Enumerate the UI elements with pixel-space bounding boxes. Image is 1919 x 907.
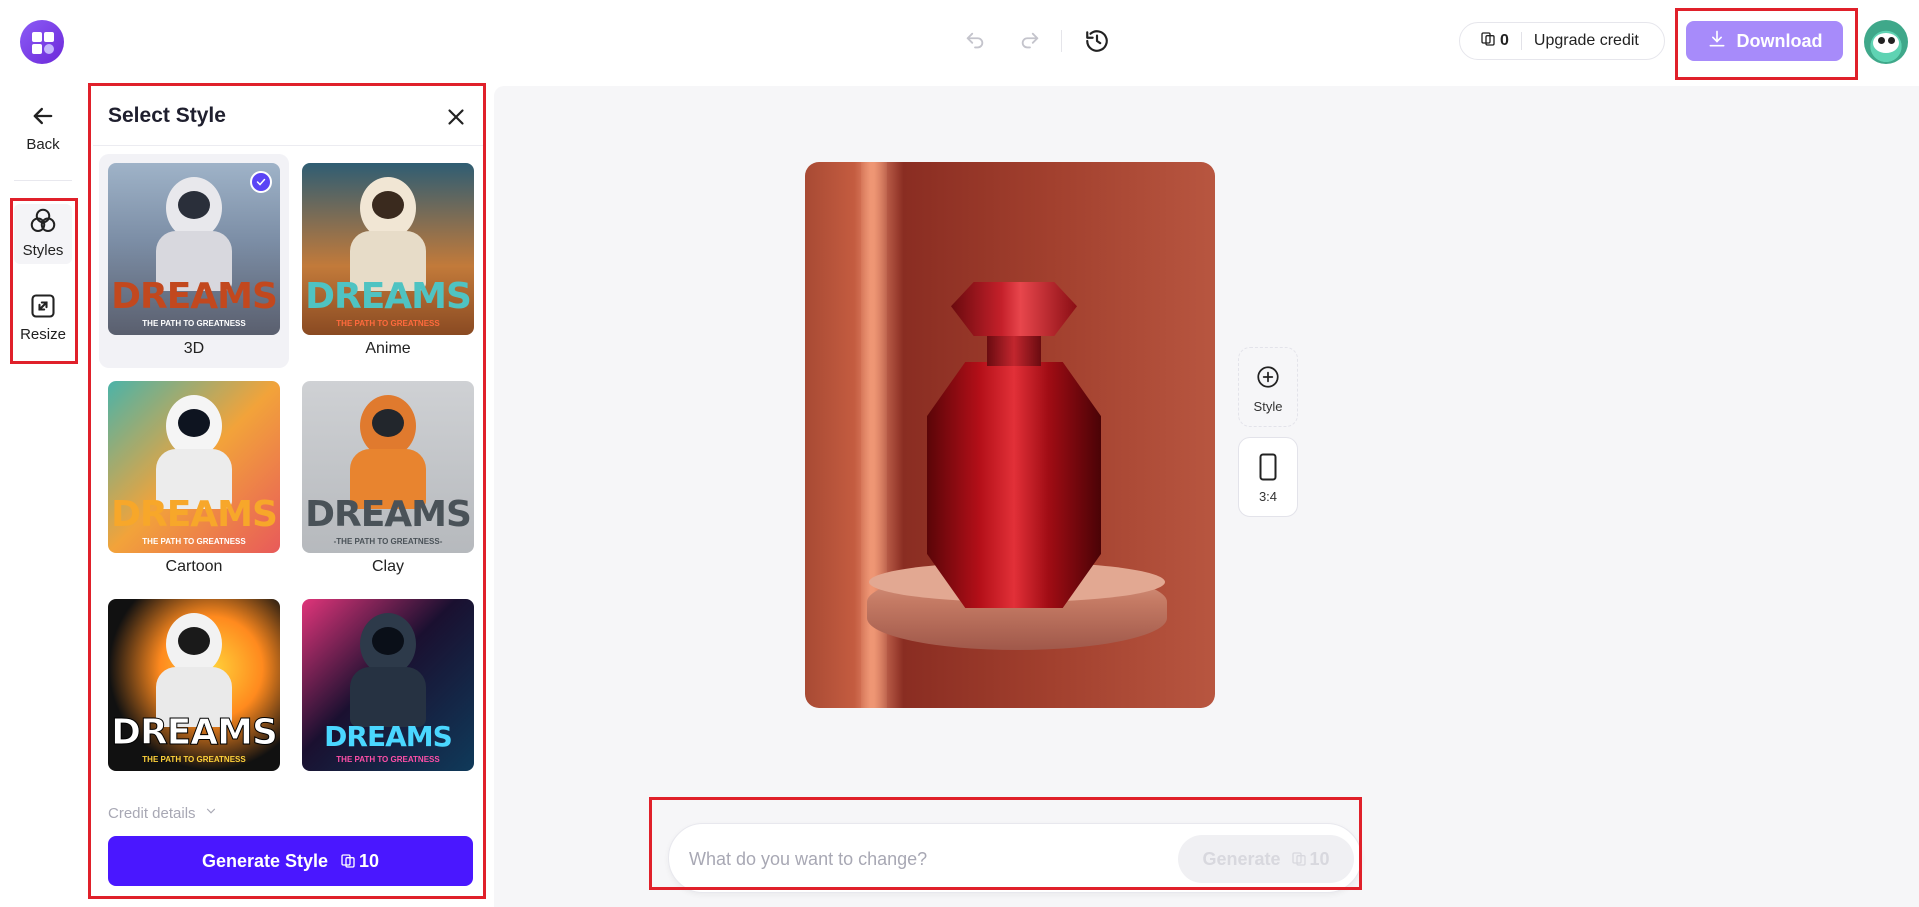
avatar[interactable] <box>1864 20 1908 64</box>
style-label: Anime <box>365 340 411 357</box>
credit-details-toggle[interactable]: Credit details <box>108 804 218 822</box>
top-bar: 0 Upgrade credit Download <box>0 0 1919 84</box>
generate-style-label: Generate Style <box>201 850 329 871</box>
plus-circle-icon <box>1255 364 1281 393</box>
credits-icon <box>1291 852 1306 866</box>
app-logo-icon[interactable] <box>20 20 64 64</box>
credits-count: 0 <box>1500 32 1509 49</box>
style-card-clay[interactable]: DREAMS -THE PATH TO GREATNESS- Clay <box>293 372 483 586</box>
style-tool-label: Style <box>1253 399 1283 414</box>
generate-cost: 10 <box>1291 849 1330 870</box>
prompt-input[interactable] <box>689 844 1149 874</box>
ratio-label: 3:4 <box>1258 489 1278 504</box>
style-card-cyberpunk[interactable]: DREAMS THE PATH TO GREATNESS <box>293 590 483 804</box>
credit-details-label: Credit details <box>108 804 196 822</box>
rail-divider <box>14 180 72 181</box>
credit-pill[interactable]: 0 Upgrade credit <box>1459 22 1665 60</box>
redo-icon[interactable] <box>1015 26 1045 56</box>
toolbar-divider <box>1061 30 1062 52</box>
style-thumbnail: DREAMS THE PATH TO GREATNESS <box>108 599 280 771</box>
arrow-left-icon <box>29 102 57 134</box>
generate-label: Generate <box>1202 848 1281 869</box>
prompt-bar: Generate 10 <box>668 823 1362 893</box>
credit-pill-divider <box>1520 32 1522 50</box>
generate-style-button[interactable]: Generate Style 10 <box>108 836 473 886</box>
add-style-tool[interactable]: Style <box>1238 347 1298 427</box>
style-thumbnail: DREAMS -THE PATH TO GREATNESS- <box>302 381 474 553</box>
undo-icon[interactable] <box>960 26 990 56</box>
style-thumbnail: DREAMS THE PATH TO GREATNESS <box>302 599 474 771</box>
download-icon <box>1707 29 1727 54</box>
panel-divider <box>93 145 483 146</box>
phone-portrait-icon <box>1257 452 1279 485</box>
style-card-cartoon[interactable]: DREAMS THE PATH TO GREATNESS Cartoon <box>99 372 289 586</box>
style-card-comic[interactable]: DREAMS THE PATH TO GREATNESS <box>99 590 289 804</box>
check-icon <box>250 171 272 193</box>
styles-label: Styles <box>22 242 64 259</box>
back-label: Back <box>26 136 60 153</box>
panel-title: Select Style <box>108 104 226 127</box>
resize-label: Resize <box>20 326 66 343</box>
style-label: Clay <box>371 558 404 575</box>
style-thumbnail: DREAMS THE PATH TO GREATNESS <box>302 163 474 335</box>
upgrade-credit-link[interactable]: Upgrade credit <box>1534 32 1639 50</box>
history-icon[interactable] <box>1082 26 1112 56</box>
circles-icon <box>28 206 58 240</box>
rail-item-resize[interactable]: Resize <box>10 292 76 343</box>
resize-icon <box>29 292 57 324</box>
generate-button[interactable]: Generate 10 <box>1178 835 1354 883</box>
credits-icon <box>1480 31 1496 52</box>
download-label: Download <box>1736 30 1823 51</box>
download-button[interactable]: Download <box>1686 21 1843 61</box>
style-label: Cartoon <box>165 558 223 575</box>
style-panel: Select Style DREAMS THE PATH TO GREATNES… <box>93 88 483 894</box>
rail-item-styles[interactable]: Styles <box>10 206 76 259</box>
credits-icon <box>341 854 355 868</box>
product-image[interactable] <box>805 162 1215 708</box>
style-card-3d[interactable]: DREAMS THE PATH TO GREATNESS 3D <box>99 154 289 368</box>
back-button[interactable]: Back <box>10 102 76 153</box>
style-thumbnail: DREAMS THE PATH TO GREATNESS <box>108 163 280 335</box>
chevron-down-icon <box>204 804 218 822</box>
style-label: 3D <box>183 340 205 357</box>
style-thumbnail: DREAMS THE PATH TO GREATNESS <box>108 381 280 553</box>
close-icon[interactable] <box>443 104 469 130</box>
generate-style-cost: 10 <box>340 851 379 872</box>
style-card-anime[interactable]: DREAMS THE PATH TO GREATNESS Anime <box>293 154 483 368</box>
aspect-ratio-tool[interactable]: 3:4 <box>1238 437 1298 517</box>
